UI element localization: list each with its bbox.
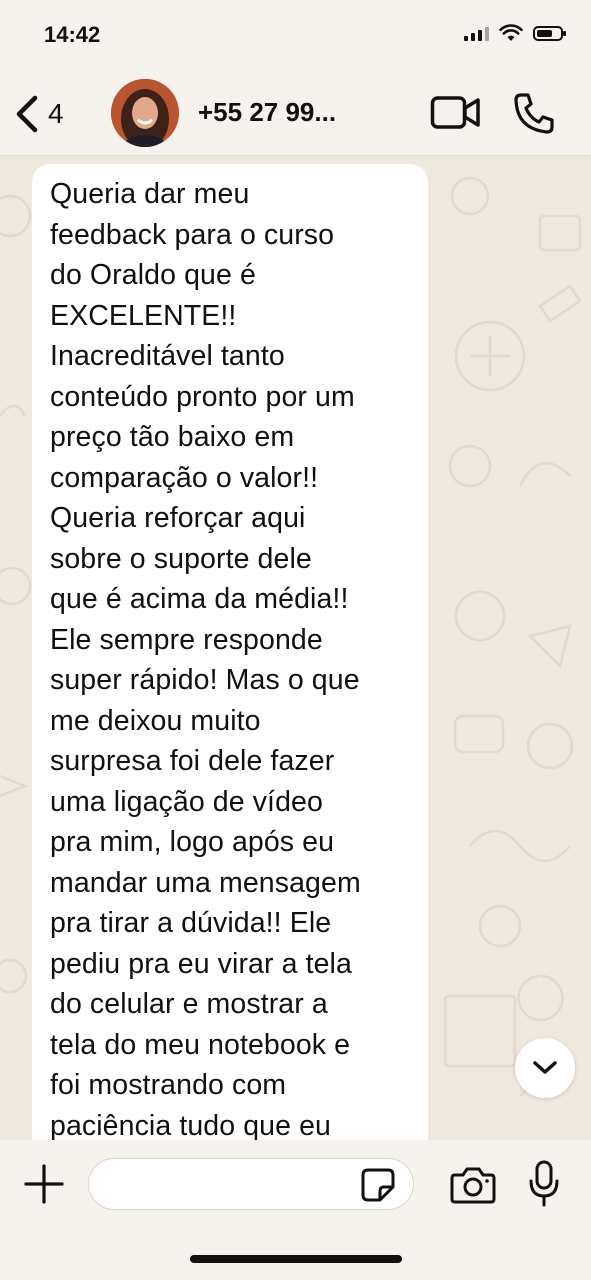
plus-icon: [24, 1164, 64, 1204]
camera-icon: [450, 1167, 496, 1204]
video-call-button[interactable]: [430, 93, 482, 133]
camera-button[interactable]: [450, 1166, 496, 1204]
sticker-icon: [361, 1168, 395, 1202]
attach-button[interactable]: [24, 1164, 64, 1204]
status-icons: [464, 24, 566, 42]
microphone-icon: [529, 1160, 559, 1207]
chat-area[interactable]: Queria dar meu feedback para o curso do …: [0, 156, 591, 1140]
microphone-button[interactable]: [528, 1160, 560, 1208]
home-indicator[interactable]: [190, 1255, 402, 1263]
sticker-button[interactable]: [360, 1167, 396, 1203]
unread-count: 4: [48, 98, 64, 129]
status-time: 14:42: [44, 22, 101, 47]
message-text: Queria dar meu feedback para o curso do …: [50, 178, 361, 1140]
avatar-image: [111, 79, 179, 147]
message-composer: [0, 1140, 591, 1280]
scroll-to-bottom-button[interactable]: [515, 1038, 575, 1098]
voice-call-button[interactable]: [512, 91, 556, 135]
phone-icon: [514, 93, 554, 134]
incoming-message-bubble[interactable]: Queria dar meu feedback para o curso do …: [32, 164, 428, 1140]
chevron-left-icon: [16, 95, 38, 133]
contact-name[interactable]: +55 27 99...: [198, 97, 336, 128]
status-bar: 14:42: [0, 0, 591, 75]
back-button[interactable]: 4: [14, 89, 84, 139]
wifi-icon: [499, 24, 523, 41]
chat-header: 4 +55 27 99...: [0, 75, 591, 156]
chevron-down-icon: [533, 1061, 557, 1074]
video-camera-icon: [430, 96, 480, 129]
cellular-signal-icon: [464, 25, 489, 41]
avatar[interactable]: [111, 79, 179, 147]
battery-icon: [533, 25, 566, 41]
